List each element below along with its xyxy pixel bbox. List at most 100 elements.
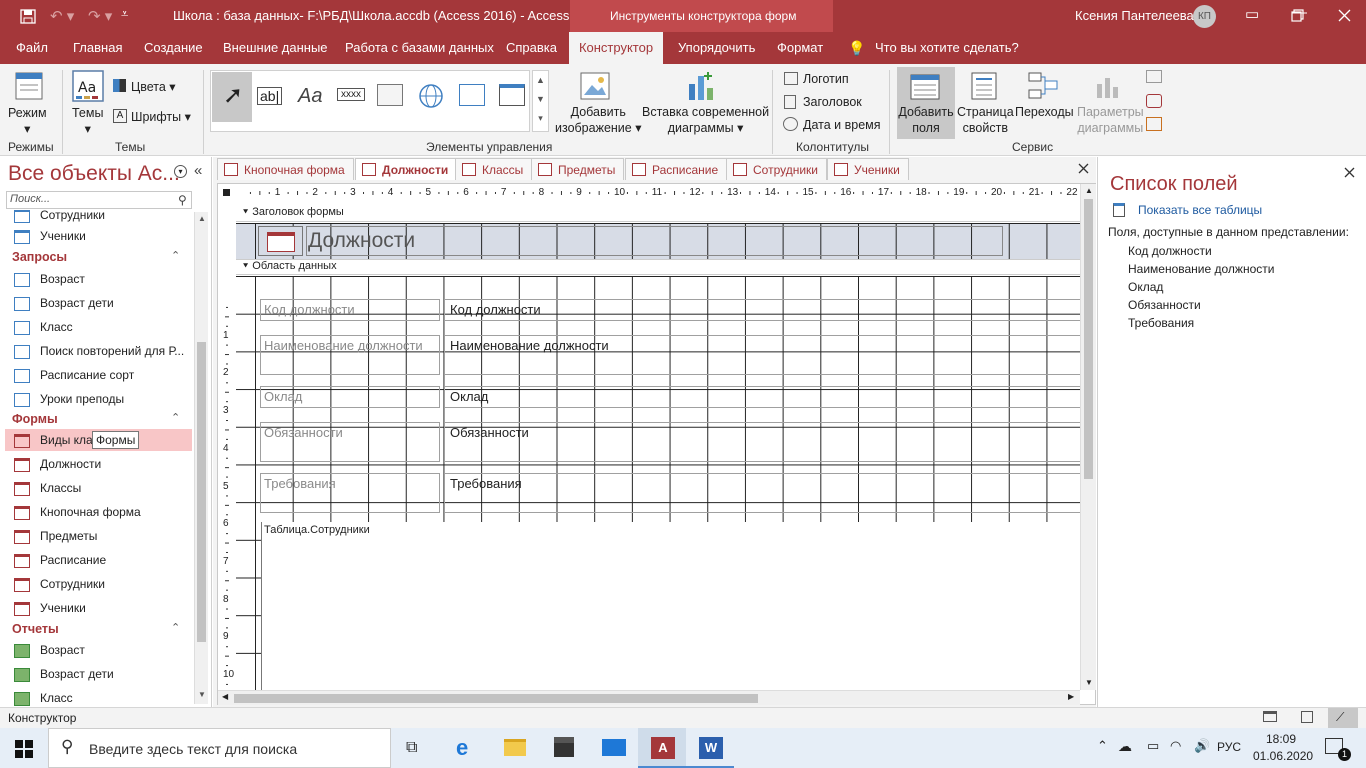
tab-external-data[interactable]: Внешние данные [221, 32, 330, 64]
store-icon[interactable] [554, 737, 574, 757]
doc-tab-students[interactable]: Ученики [827, 158, 909, 180]
scroll-thumb[interactable] [234, 694, 758, 703]
undo-icon[interactable]: ↶ ▾ [50, 7, 74, 25]
insert-chart-button[interactable]: Вставка современной диаграммы ▾ [642, 104, 769, 136]
textbox-requirements[interactable]: Требования [444, 473, 1084, 513]
pointer-icon[interactable]: ➚ [223, 81, 243, 110]
wifi-icon[interactable]: ◠ [1170, 738, 1181, 754]
tab-file[interactable]: Файл [14, 32, 50, 64]
tab-database-tools[interactable]: Работа с базами данных [343, 32, 496, 64]
tab-create[interactable]: Создание [142, 32, 205, 64]
avatar[interactable]: КП [1193, 5, 1216, 28]
navigation-icon[interactable] [499, 84, 525, 106]
datetime-button[interactable]: Дата и время [803, 118, 881, 132]
nav-form-item[interactable]: Виды клас [14, 429, 99, 451]
network-icon[interactable]: ▭ [1147, 738, 1159, 754]
web-browser-icon[interactable] [459, 84, 485, 106]
qat-customize-icon[interactable]: ⩡ [121, 6, 128, 22]
nav-form-item[interactable]: Предметы [14, 525, 97, 547]
scroll-down-icon[interactable]: ▼ [1085, 678, 1093, 687]
nav-report-item[interactable]: Класс [14, 687, 73, 706]
textbox-icon[interactable]: ab| [257, 87, 283, 105]
form-view-icon[interactable] [1263, 711, 1277, 722]
scroll-up-icon[interactable]: ▲ [1085, 186, 1093, 195]
nav-table-item[interactable]: Сотрудники [14, 210, 105, 226]
nav-search-input[interactable]: Поиск... [6, 191, 192, 209]
nav-query-item[interactable]: Поиск повторений для Р... [14, 340, 184, 362]
tab-help[interactable]: Справка [504, 32, 559, 64]
nav-menu-icon[interactable]: ▾ [174, 165, 187, 178]
property-sheet-button[interactable]: Страница свойств [957, 104, 1014, 136]
view-mode-button[interactable]: Режим ▾ [8, 105, 47, 137]
tray-chevron-icon[interactable]: ⌃ [1097, 738, 1108, 754]
nav-form-item[interactable]: Кнопочная форма [14, 501, 141, 523]
tab-design[interactable]: Конструктор [569, 32, 663, 64]
transitions-button[interactable]: Переходы [1015, 104, 1074, 120]
subform-control[interactable]: Таблица.Сотрудники [261, 522, 1081, 692]
label-icon[interactable]: Aa [298, 85, 322, 108]
close-pane-icon[interactable] [1344, 167, 1355, 178]
form-header-bar[interactable]: ⯆ Заголовок формы [236, 206, 1080, 222]
logo-button[interactable]: Логотип [803, 72, 849, 86]
nav-form-item[interactable]: Расписание [14, 549, 106, 571]
doc-tab-staff[interactable]: Сотрудники [726, 158, 827, 180]
collapse-section-icon[interactable]: ⌃ [171, 621, 180, 634]
label-salary[interactable]: Оклад [260, 386, 440, 408]
themes-button[interactable]: Темы ▾ [72, 105, 103, 137]
nav-scrollbar[interactable]: ▲ ▼ [194, 212, 208, 704]
hyperlink-icon[interactable] [417, 82, 445, 110]
scroll-thumb[interactable] [197, 342, 206, 642]
scroll-left-icon[interactable]: ◀ [222, 692, 228, 701]
field-item[interactable]: Код должности [1128, 244, 1212, 258]
heading-button[interactable]: Заголовок [803, 95, 862, 109]
nav-form-item[interactable]: Ученики [14, 597, 86, 619]
user-name[interactable]: Ксения Пантелеева [1075, 8, 1194, 23]
nav-report-item[interactable]: Возраст дети [14, 663, 114, 685]
windows-start-icon[interactable] [15, 740, 33, 758]
nav-section-forms[interactable]: Формы [12, 412, 58, 426]
doc-tab-schedule[interactable]: Расписание [625, 158, 728, 180]
doc-tab-positions[interactable]: Должности [355, 158, 458, 180]
field-item[interactable]: Требования [1128, 316, 1194, 330]
volume-icon[interactable]: 🔊 [1194, 738, 1210, 754]
label-requirements[interactable]: Требования [260, 473, 440, 513]
nav-section-queries[interactable]: Запросы [12, 250, 67, 264]
layout-view-icon[interactable] [1301, 711, 1313, 723]
button-icon[interactable]: xxxx [337, 88, 365, 101]
form-logo-box[interactable] [258, 226, 303, 256]
nav-query-item[interactable]: Расписание сорт [14, 364, 134, 386]
tab-home[interactable]: Главная [71, 32, 124, 64]
add-fields-button[interactable]: Добавить поля [898, 104, 954, 136]
save-icon[interactable] [20, 9, 36, 24]
fonts-button[interactable]: Шрифты ▾ [131, 109, 191, 124]
nav-form-item[interactable]: Классы [14, 477, 81, 499]
tab-format[interactable]: Формат [775, 32, 825, 64]
nav-section-reports[interactable]: Отчеты [12, 622, 59, 636]
designer-vscroll[interactable]: ▲ ▼ [1080, 184, 1096, 690]
collapse-nav-icon[interactable]: « [194, 162, 202, 179]
label-code[interactable]: Код должности [260, 299, 440, 321]
add-image-button[interactable]: Добавить изображение ▾ [555, 104, 642, 136]
access-icon[interactable]: A [651, 737, 675, 759]
label-duties[interactable]: Обязанности [260, 422, 440, 462]
detail-bar[interactable]: ⯆ Область данных [236, 259, 1080, 275]
scroll-right-icon[interactable]: ▶ [1068, 692, 1074, 701]
macro-icon[interactable] [1146, 94, 1162, 108]
edge-icon[interactable]: e [456, 735, 468, 761]
doc-tab-switchboard[interactable]: Кнопочная форма [217, 158, 354, 180]
word-icon[interactable]: W [699, 737, 723, 759]
form-title-label[interactable]: Должности [306, 226, 1003, 256]
nav-query-item[interactable]: Возраст [14, 268, 85, 290]
nav-form-item[interactable]: Должности [14, 453, 101, 475]
clock-time[interactable]: 18:09 [1266, 732, 1296, 746]
show-all-tables-link[interactable]: Показать все таблицы [1138, 203, 1262, 217]
designer-hscroll[interactable]: ◀ ▶ [218, 690, 1080, 705]
colors-button[interactable]: Цвета ▾ [131, 79, 176, 94]
doc-tab-classes[interactable]: Классы [455, 158, 533, 180]
nav-title[interactable]: Все объекты Ac... [8, 162, 180, 186]
restore-icon[interactable] [1291, 9, 1304, 22]
textbox-duties[interactable]: Обязанности [444, 422, 1084, 462]
close-doc-icon[interactable] [1078, 163, 1089, 174]
textbox-title[interactable]: Наименование должности [444, 335, 1084, 375]
scroll-down-icon[interactable]: ▼ [198, 690, 206, 699]
